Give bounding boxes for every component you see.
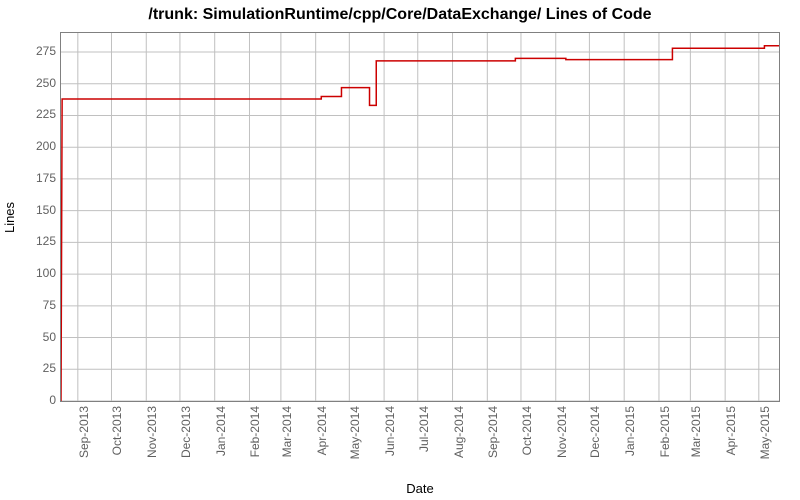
x-tick: May-2014 — [348, 406, 362, 486]
plot-svg — [61, 33, 779, 401]
x-tick: Jul-2014 — [417, 406, 431, 486]
y-tick: 75 — [16, 298, 56, 312]
y-tick: 0 — [16, 393, 56, 407]
x-tick: Mar-2014 — [280, 406, 294, 486]
y-tick: 150 — [16, 203, 56, 217]
y-tick: 175 — [16, 171, 56, 185]
loc-chart: /trunk: SimulationRuntime/cpp/Core/DataE… — [0, 0, 800, 500]
data-series — [61, 46, 779, 401]
y-tick: 225 — [16, 107, 56, 121]
x-tick: May-2015 — [758, 406, 772, 486]
y-tick: 200 — [16, 139, 56, 153]
x-tick: Oct-2013 — [110, 406, 124, 486]
x-tick: Jan-2014 — [214, 406, 228, 486]
x-tick: Jun-2014 — [383, 406, 397, 486]
plot-area — [60, 32, 780, 402]
y-tick: 100 — [16, 266, 56, 280]
x-tick: Dec-2013 — [179, 406, 193, 486]
loc-line — [61, 46, 779, 401]
x-tick: Feb-2014 — [248, 406, 262, 486]
x-tick: Nov-2014 — [555, 406, 569, 486]
x-tick: Feb-2015 — [658, 406, 672, 486]
x-axis-label: Date — [60, 481, 780, 496]
x-tick: Mar-2015 — [689, 406, 703, 486]
x-tick: Dec-2014 — [588, 406, 602, 486]
y-tick: 25 — [16, 361, 56, 375]
x-tick: Oct-2014 — [520, 406, 534, 486]
chart-title: /trunk: SimulationRuntime/cpp/Core/DataE… — [0, 6, 800, 24]
x-tick: Sep-2013 — [77, 406, 91, 486]
x-tick: Aug-2014 — [452, 406, 466, 486]
gridlines — [61, 33, 779, 401]
y-tick: 250 — [16, 76, 56, 90]
y-tick: 50 — [16, 330, 56, 344]
x-tick: Apr-2014 — [315, 406, 329, 486]
y-tick: 275 — [16, 44, 56, 58]
x-tick: Sep-2014 — [486, 406, 500, 486]
y-tick: 125 — [16, 234, 56, 248]
x-tick: Apr-2015 — [724, 406, 738, 486]
x-tick: Jan-2015 — [623, 406, 637, 486]
x-tick: Nov-2013 — [145, 406, 159, 486]
